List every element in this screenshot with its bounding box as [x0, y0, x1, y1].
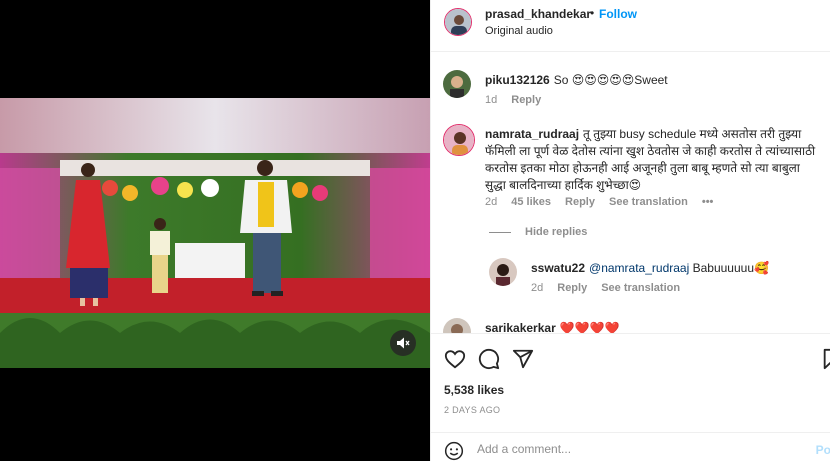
comment-time[interactable]: 2d [531, 282, 543, 294]
comment-time[interactable]: 2d [485, 196, 497, 208]
reply-button[interactable]: Reply [511, 94, 541, 106]
comment-username[interactable]: piku132126 [485, 73, 550, 87]
hide-replies-button[interactable]: Hide replies [489, 226, 587, 238]
comment-meta: 2d 45 likes Reply See translation ••• [485, 196, 727, 208]
comment-text: So 😍😍😍😍😍Sweet [553, 73, 668, 87]
mute-button[interactable] [390, 330, 416, 356]
follow-button[interactable]: Follow [599, 7, 637, 21]
save-button[interactable] [821, 348, 830, 370]
comment-meta: 1d Reply [485, 94, 555, 106]
comment: namrata_rudraaj तू तुझ्या busy schedule म… [443, 124, 830, 216]
author-username[interactable]: prasad_khandekar [485, 7, 591, 21]
commenter-avatar[interactable] [443, 70, 471, 98]
comment-username[interactable]: namrata_rudraaj [485, 127, 579, 141]
heart-icon [444, 350, 466, 369]
bookmark-icon [823, 348, 830, 370]
author-avatar[interactable] [444, 8, 472, 36]
comment-likes[interactable]: 45 likes [511, 196, 551, 208]
reply-button[interactable]: Reply [565, 196, 595, 208]
video-frame [0, 98, 430, 368]
comment: piku132126 So 😍😍😍😍😍Sweet 1d Reply [443, 70, 830, 110]
likes-count[interactable]: 5,538 likes [444, 383, 504, 397]
comment-time[interactable]: 1d [485, 94, 497, 106]
reply-comment: sswatu22 @namrata_rudraaj Babuuuuuu🥰 2d Re… [489, 258, 830, 298]
separator-dot: • [590, 6, 595, 20]
comment-composer: Po [431, 432, 830, 461]
emoji-icon [444, 441, 464, 461]
comment-body: sswatu22 @namrata_rudraaj Babuuuuuu🥰 [531, 260, 822, 277]
post-header: prasad_khandekar • Follow Original audio [431, 0, 830, 52]
commenter-avatar[interactable] [489, 258, 517, 286]
post-actions: 5,538 likes 2 DAYS AGO Po [431, 333, 830, 461]
comment-icon [478, 348, 500, 370]
mention-link[interactable]: @namrata_rudraaj [589, 261, 689, 275]
comment-button[interactable] [478, 348, 500, 370]
comment-meta: 2d Reply See translation [531, 282, 694, 294]
post-comment-button[interactable]: Po [816, 443, 830, 457]
comment-text: Babuuuuuu🥰 [689, 261, 769, 275]
comment-body: namrata_rudraaj तू तुझ्या busy schedule म… [485, 126, 822, 194]
comment-input[interactable] [477, 442, 777, 456]
divider-line [489, 231, 511, 233]
like-button[interactable] [444, 348, 466, 370]
emoji-button[interactable] [444, 441, 464, 461]
comment-username[interactable]: sswatu22 [531, 261, 585, 275]
share-icon [512, 349, 534, 369]
audio-label[interactable]: Original audio [485, 25, 553, 37]
comment-body: piku132126 So 😍😍😍😍😍Sweet [485, 72, 822, 89]
see-translation-button[interactable]: See translation [609, 196, 688, 208]
hide-replies-label: Hide replies [525, 226, 588, 238]
post-media [0, 0, 430, 461]
speaker-muted-icon [397, 337, 410, 349]
commenter-avatar[interactable] [443, 124, 475, 156]
video-player[interactable] [0, 98, 430, 368]
more-options-icon[interactable]: ••• [702, 196, 714, 208]
see-translation-button[interactable]: See translation [601, 282, 680, 294]
post-date[interactable]: 2 DAYS AGO [444, 405, 500, 415]
reply-button[interactable]: Reply [557, 282, 587, 294]
share-button[interactable] [512, 348, 534, 370]
post-sidebar: prasad_khandekar • Follow Original audio… [430, 0, 830, 461]
